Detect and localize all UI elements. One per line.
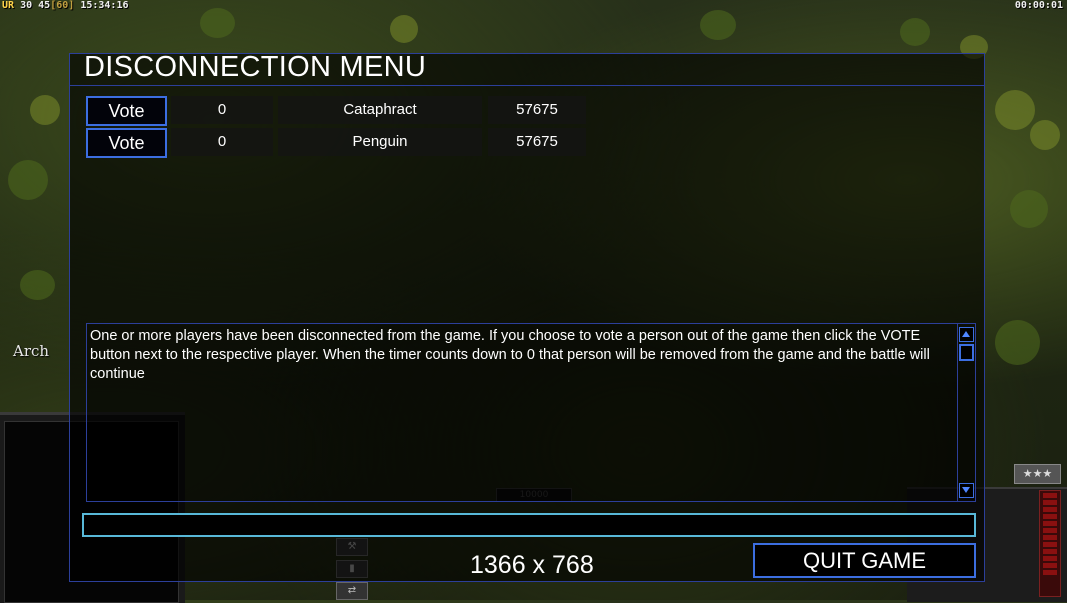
player-name: Penguin: [278, 128, 482, 156]
message-box: One or more players have been disconnect…: [86, 323, 976, 502]
vote-count: 0: [171, 96, 273, 124]
message-text: One or more players have been disconnect…: [90, 328, 930, 382]
scroll-thumb[interactable]: [959, 344, 974, 361]
rank-badge: ★★★: [1014, 464, 1061, 484]
clock: 15:34:16: [80, 0, 129, 11]
scrollbar[interactable]: [957, 324, 975, 501]
player-name: Cataphract: [278, 96, 482, 124]
player-row: Vote 0 Cataphract 57675: [86, 96, 606, 126]
vote-button-penguin[interactable]: Vote: [86, 128, 167, 158]
player-row: Vote 0 Penguin 57675: [86, 128, 606, 158]
swap-icon: ⇄: [336, 582, 368, 600]
scroll-down-button[interactable]: [959, 483, 974, 498]
resolution-label: 1366 x 768: [470, 551, 594, 579]
player-timer: 57675: [488, 96, 586, 124]
player-timer: 57675: [488, 128, 586, 156]
dialog-title: DISCONNECTION MENU: [84, 51, 427, 83]
quit-game-button[interactable]: QUIT GAME: [753, 543, 976, 578]
unit-label: Arch: [13, 342, 50, 360]
title-divider: [70, 85, 984, 86]
vote-count: 0: [171, 128, 273, 156]
arrow-up-icon: [962, 331, 970, 337]
power-bar: [1039, 490, 1061, 597]
ur-label: UR: [2, 0, 15, 11]
arrow-down-icon: [962, 487, 970, 493]
scroll-up-button[interactable]: [959, 327, 974, 342]
ur-value: 30: [20, 0, 33, 11]
chat-input[interactable]: [82, 513, 976, 537]
hud-stats: UR 30 45[60] 15:34:16: [2, 0, 129, 11]
fps-value: 45: [38, 0, 51, 11]
disconnection-dialog: DISCONNECTION MENU Vote 0 Cataphract 576…: [69, 51, 985, 582]
fps-max: [60]: [50, 0, 75, 11]
game-timer: 00:00:01: [1014, 0, 1063, 11]
vote-button-cataphract[interactable]: Vote: [86, 96, 167, 126]
